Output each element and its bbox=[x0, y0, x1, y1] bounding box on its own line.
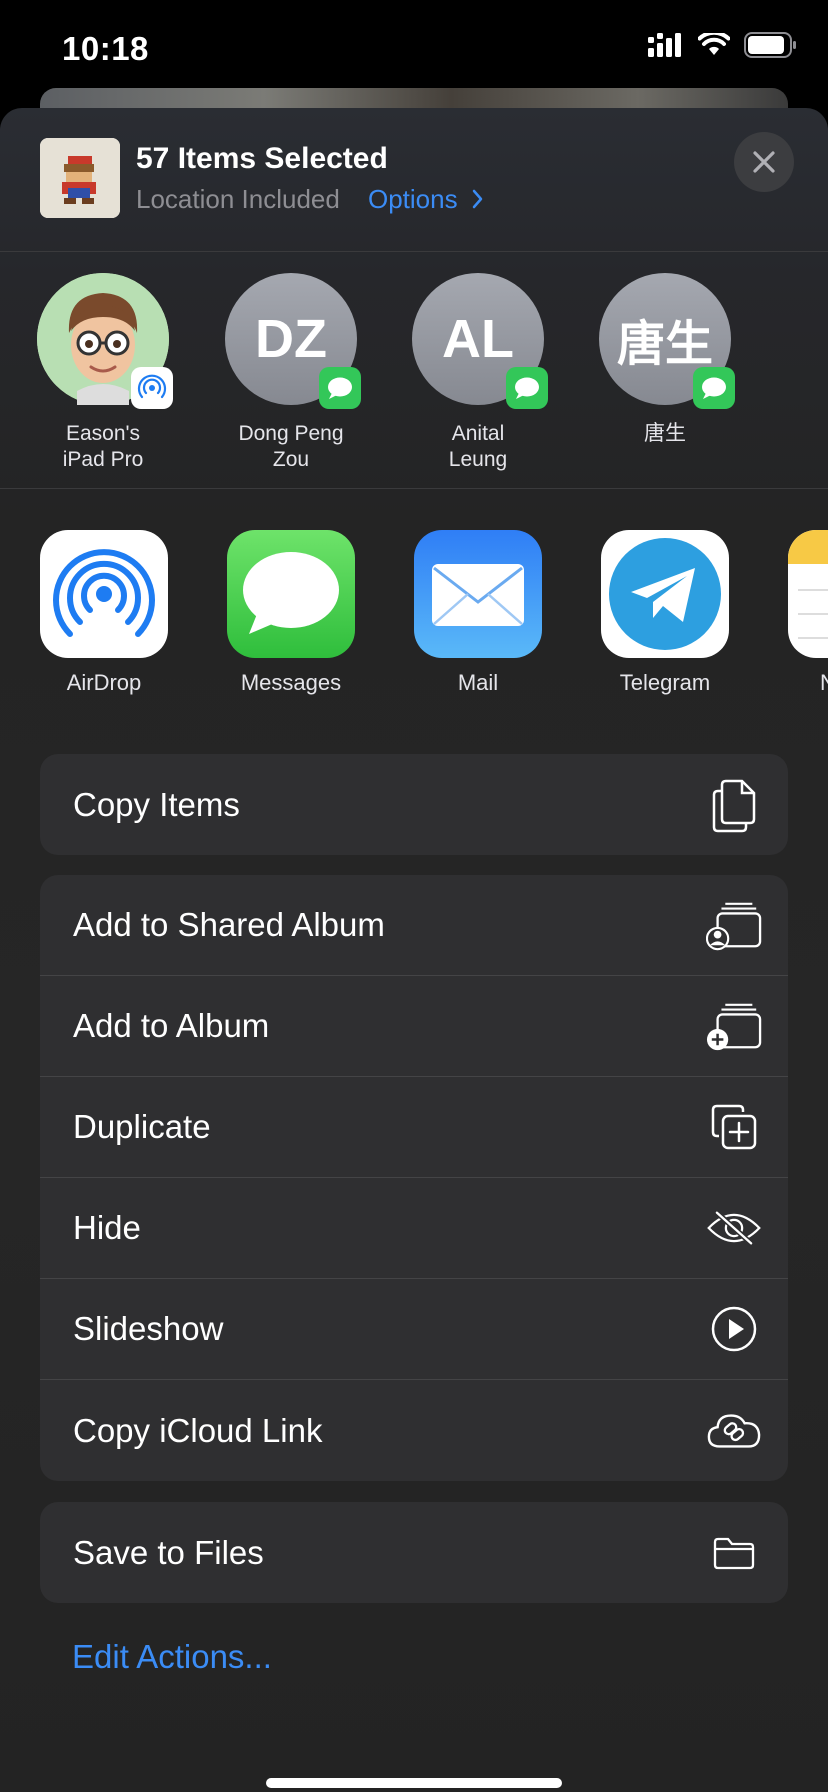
share-title: 57 Items Selected bbox=[136, 142, 388, 175]
action-group-copy: Copy Items bbox=[40, 754, 788, 855]
action-group-photos: Add to Shared Album Add to Album Duplica… bbox=[40, 875, 788, 1481]
app-label: Telegram bbox=[619, 670, 711, 695]
messages-icon[interactable] bbox=[227, 530, 355, 658]
message-bubble-icon bbox=[328, 377, 352, 399]
person-name: 唐生 bbox=[644, 422, 686, 445]
app-label: N bbox=[820, 670, 828, 695]
action-label: Add to Shared Album bbox=[73, 906, 385, 943]
chevron-right-icon bbox=[472, 189, 483, 209]
cloud-link-icon bbox=[706, 1403, 762, 1459]
people-suggestions: Eason's iPad Pro DZ Dong Peng Zou AL Ani… bbox=[0, 253, 828, 489]
app-telegram[interactable]: Telegram bbox=[585, 530, 745, 696]
messages-badge bbox=[693, 367, 735, 409]
airdrop-icon bbox=[137, 374, 167, 399]
person-tang-sang[interactable]: 唐生 唐生 bbox=[590, 273, 740, 447]
airdrop-icon[interactable] bbox=[40, 530, 168, 658]
selected-photo-thumbnail bbox=[40, 138, 120, 218]
action-save-to-files[interactable]: Save to Files bbox=[40, 1502, 788, 1603]
telegram-icon[interactable] bbox=[601, 530, 729, 658]
copy-icon bbox=[706, 777, 762, 833]
close-button[interactable] bbox=[734, 132, 794, 192]
person-anital-leung[interactable]: AL Anital Leung bbox=[403, 273, 553, 473]
folder-icon bbox=[706, 1525, 762, 1581]
app-messages[interactable]: Messages bbox=[211, 530, 371, 696]
person-name: Dong Peng Zou bbox=[238, 422, 344, 471]
messages-badge bbox=[506, 367, 548, 409]
avatar[interactable]: 唐生 bbox=[599, 273, 735, 409]
app-airdrop[interactable]: AirDrop bbox=[24, 530, 184, 696]
action-label: Slideshow bbox=[73, 1310, 224, 1347]
status-icons bbox=[648, 32, 798, 58]
status-bar: 10:18 bbox=[0, 0, 828, 100]
options-link[interactable]: Options bbox=[368, 184, 485, 215]
avatar[interactable]: AL bbox=[412, 273, 548, 409]
duplicate-icon bbox=[706, 1099, 762, 1155]
play-circle-icon bbox=[706, 1301, 762, 1357]
action-label: Hide bbox=[73, 1209, 141, 1246]
cellular-signal-icon bbox=[648, 33, 681, 57]
messages-badge bbox=[319, 367, 361, 409]
notes-icon[interactable] bbox=[788, 530, 828, 658]
action-add-to-album[interactable]: Add to Album bbox=[40, 976, 788, 1077]
message-bubble-icon bbox=[515, 377, 539, 399]
app-label: Mail bbox=[457, 670, 499, 695]
action-add-to-shared-album[interactable]: Add to Shared Album bbox=[40, 875, 788, 976]
wifi-icon bbox=[698, 33, 730, 55]
shared-album-icon bbox=[706, 897, 762, 953]
avatar[interactable] bbox=[37, 273, 173, 409]
app-label: Messages bbox=[240, 670, 342, 695]
action-hide[interactable]: Hide bbox=[40, 1178, 788, 1279]
edit-actions-link[interactable]: Edit Actions... bbox=[72, 1638, 272, 1676]
action-label: Copy Items bbox=[73, 785, 240, 823]
mail-icon[interactable] bbox=[414, 530, 542, 658]
action-label: Save to Files bbox=[73, 1533, 264, 1571]
home-indicator[interactable] bbox=[266, 1778, 562, 1788]
message-bubble-icon bbox=[702, 377, 726, 399]
add-album-icon bbox=[706, 998, 762, 1054]
avatar-initials: AL bbox=[442, 309, 514, 369]
app-mail[interactable]: Mail bbox=[398, 530, 558, 696]
action-copy-items[interactable]: Copy Items bbox=[40, 754, 788, 855]
app-share-row: AirDrop Messages Mail Telegram N bbox=[0, 530, 828, 710]
avatar[interactable]: DZ bbox=[225, 273, 361, 409]
action-duplicate[interactable]: Duplicate bbox=[40, 1077, 788, 1178]
status-time: 10:18 bbox=[62, 30, 149, 67]
app-label: AirDrop bbox=[66, 670, 142, 695]
battery-icon bbox=[744, 32, 796, 58]
action-label: Add to Album bbox=[73, 1007, 270, 1044]
action-label: Duplicate bbox=[73, 1108, 211, 1145]
action-group-files: Save to Files bbox=[40, 1502, 788, 1603]
close-icon bbox=[753, 151, 775, 173]
app-notes[interactable]: N bbox=[772, 530, 828, 696]
person-name: Anital Leung bbox=[448, 422, 508, 471]
person-eason-ipad[interactable]: Eason's iPad Pro bbox=[28, 273, 178, 473]
share-sheet: 57 Items Selected Location Included Opti… bbox=[0, 108, 828, 1792]
options-label[interactable]: Options bbox=[368, 184, 458, 214]
action-copy-icloud-link[interactable]: Copy iCloud Link bbox=[40, 1380, 788, 1481]
action-slideshow[interactable]: Slideshow bbox=[40, 1279, 788, 1380]
action-label: Copy iCloud Link bbox=[73, 1411, 323, 1449]
location-status: Location Included bbox=[136, 184, 340, 214]
airdrop-badge bbox=[131, 367, 173, 409]
eye-slash-icon bbox=[706, 1200, 762, 1256]
person-name: Eason's iPad Pro bbox=[62, 422, 144, 471]
avatar-initials: 唐生 bbox=[616, 318, 713, 371]
avatar-initials: DZ bbox=[255, 309, 327, 369]
person-dong-peng-zou[interactable]: DZ Dong Peng Zou bbox=[216, 273, 366, 473]
share-header: 57 Items Selected Location Included Opti… bbox=[0, 108, 828, 252]
